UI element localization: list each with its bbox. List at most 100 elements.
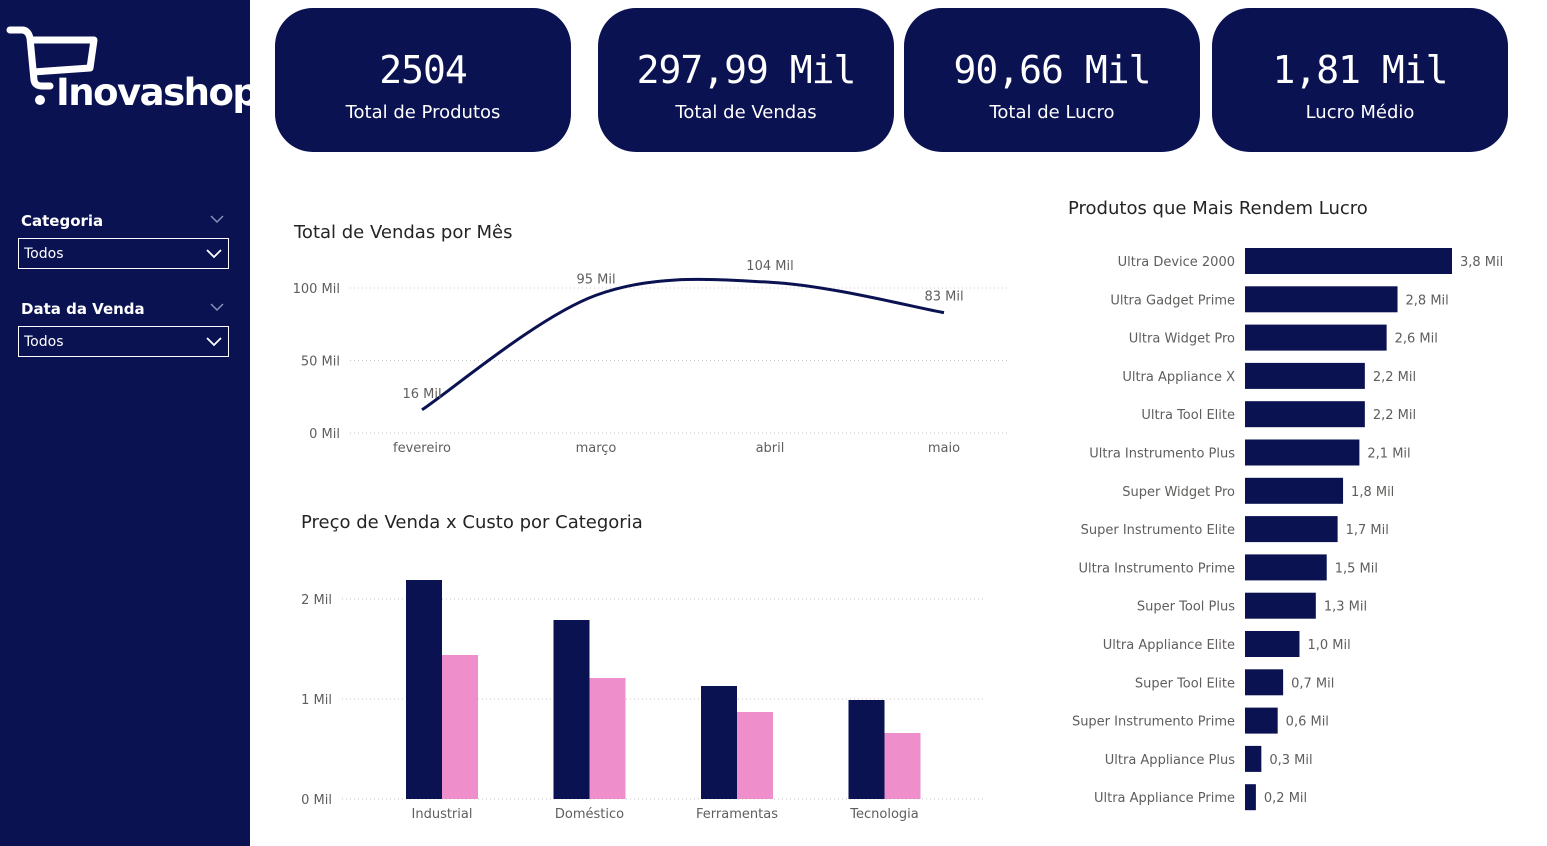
product-bar [1245,248,1452,274]
filter-data-title: Data da Venda [21,300,145,318]
y-tick-label: 0 Mil [309,427,340,442]
kpi-card-produtos[interactable]: 2504 Total de Produtos [275,8,571,152]
product-bar [1245,784,1256,811]
product-bar [1245,707,1278,734]
product-bar [1245,477,1344,504]
data-label: 2,1 Mil [1367,447,1410,462]
product-bar [1245,516,1338,543]
data-label: 104 Mil [746,259,793,274]
x-tick-label: Doméstico [555,807,624,822]
x-tick-label: maio [928,441,960,456]
chevron-down-icon [206,249,222,259]
kpi-value: 2504 [379,48,468,92]
data-label: 16 Mil [402,387,441,402]
column-bar [406,580,442,799]
data-label: 0,6 Mil [1286,715,1329,730]
kpi-label: Total de Vendas [675,102,817,123]
column-bar [884,733,921,799]
kpi-card-lucro[interactable]: 90,66 Mil Total de Lucro [904,8,1200,152]
x-tick-label: Ferramentas [696,807,778,822]
kpi-label: Total de Lucro [989,102,1115,123]
y-tick-label: 0 Mil [301,793,332,808]
product-bar [1245,631,1300,657]
column-bar [553,620,590,799]
brand-name: Inovashop [56,71,259,114]
data-label: 2,2 Mil [1373,370,1416,385]
category-label: Ultra Appliance Elite [1103,638,1235,653]
kpi-label: Lucro Médio [1305,102,1415,123]
data-label: 83 Mil [924,290,963,305]
filter-categoria-title: Categoria [21,212,104,230]
category-label: Super Widget Pro [1122,485,1235,500]
product-bar [1245,362,1365,389]
column-chart-title: Preço de Venda x Custo por Categoria [301,512,643,533]
product-bar [1245,439,1360,466]
chevron-down-icon [206,337,222,347]
sales-by-month-line-chart[interactable]: 0 Mil 50 Mil 100 Mil fevereiro março abril mai… [280,250,1020,470]
category-label: Ultra Appliance X [1122,370,1235,385]
x-tick-label: fevereiro [393,441,451,456]
data-label: 3,8 Mil [1460,255,1503,270]
data-label: 0,2 Mil [1264,791,1307,806]
category-label: Super Tool Plus [1137,600,1235,615]
x-tick-label: abril [756,441,785,456]
category-label: Ultra Widget Pro [1129,332,1235,347]
category-label: Super Instrumento Elite [1081,523,1235,538]
product-bar [1245,286,1398,313]
top-products-bar-chart[interactable]: Ultra Device 2000 3,8 Mil Ultra Gadget Pri… [1060,240,1540,820]
filter-data-value: Todos [24,334,64,350]
column-bar [589,678,626,799]
series-line [421,277,945,412]
product-bar [1245,324,1387,351]
x-tick-label: Tecnologia [849,807,918,822]
category-label: Ultra Instrumento Plus [1089,447,1235,462]
column-bar [737,712,773,799]
product-bar [1245,745,1262,772]
category-label: Ultra Gadget Prime [1110,293,1235,308]
kpi-value: 90,66 Mil [953,48,1152,92]
bar-chart-title: Produtos que Mais Rendem Lucro [1068,198,1368,219]
category-label: Ultra Appliance Prime [1094,791,1235,806]
filter-categoria-dropdown[interactable]: Todos [18,238,229,269]
y-tick-label: 1 Mil [301,693,332,708]
data-label: 95 Mil [576,272,615,287]
data-label: 2,2 Mil [1373,408,1416,423]
data-label: 1,3 Mil [1324,600,1367,615]
product-bar [1245,554,1327,581]
y-tick-label: 50 Mil [301,355,340,370]
x-tick-label: março [576,441,617,456]
kpi-value: 1,81 Mil [1272,48,1448,92]
kpi-label: Total de Produtos [345,102,501,123]
data-label: 0,7 Mil [1291,676,1334,691]
y-tick-label: 2 Mil [301,593,332,608]
data-label: 1,7 Mil [1346,523,1389,538]
category-label: Ultra Tool Elite [1141,408,1235,423]
line-chart-title: Total de Vendas por Mês [294,222,513,243]
category-label: Ultra Instrumento Prime [1078,561,1235,576]
sidebar: Inovashop Categoria Todos Data da Venda … [0,0,259,846]
data-label: 1,5 Mil [1335,561,1378,576]
kpi-card-vendas[interactable]: 297,99 Mil Total de Vendas [598,8,894,152]
filter-data-dropdown[interactable]: Todos [18,326,229,357]
y-tick-label: 100 Mil [293,282,340,297]
chevron-down-icon[interactable] [210,302,224,312]
data-label: 1,8 Mil [1351,485,1394,500]
filter-categoria-value: Todos [24,246,64,262]
category-label: Super Instrumento Prime [1072,715,1235,730]
column-bar [442,655,478,799]
data-label: 0,3 Mil [1269,753,1312,768]
chevron-down-icon[interactable] [210,214,224,224]
category-label: Ultra Device 2000 [1118,255,1235,270]
column-bar [848,700,885,799]
price-vs-cost-column-chart[interactable]: 0 Mil 1 Mil 2 Mil Industrial Doméstico Ferram… [280,560,1000,830]
data-label: 1,0 Mil [1307,638,1350,653]
kpi-card-lucro-medio[interactable]: 1,81 Mil Lucro Médio [1212,8,1508,152]
category-label: Super Tool Elite [1135,676,1235,691]
x-tick-label: Industrial [412,807,473,822]
data-label: 2,6 Mil [1395,332,1438,347]
category-label: Ultra Appliance Plus [1105,753,1235,768]
inovashop-logo: Inovashop [6,24,259,114]
product-bar [1245,401,1365,428]
product-bar [1245,669,1284,696]
data-label: 2,8 Mil [1406,293,1449,308]
